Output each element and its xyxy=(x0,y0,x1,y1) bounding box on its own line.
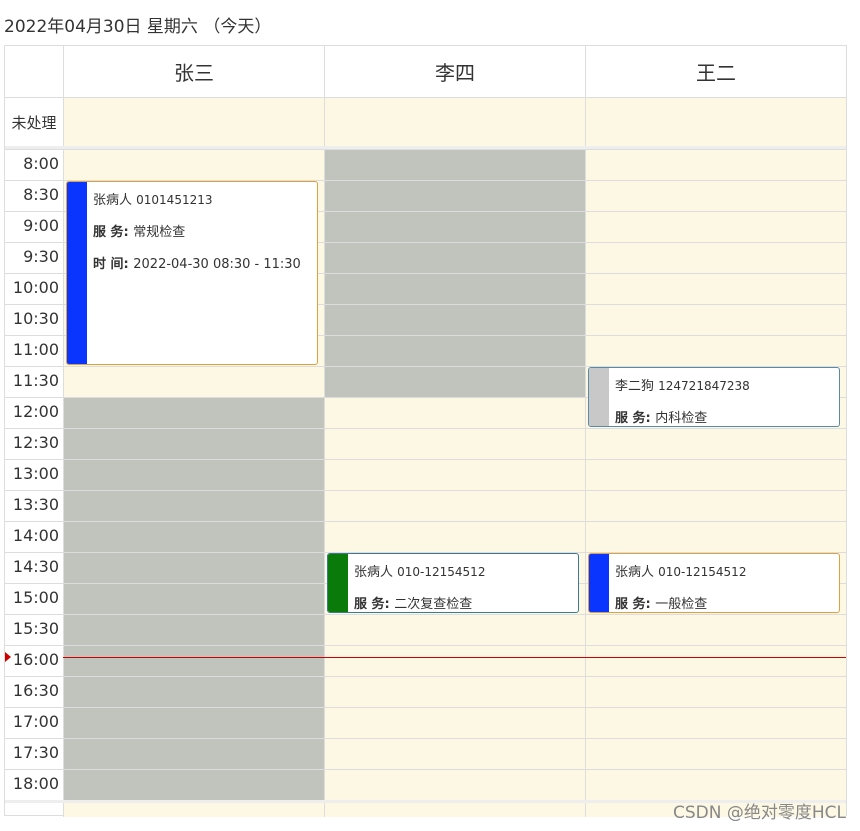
time-label: 8:30 xyxy=(23,185,59,204)
slot-line xyxy=(5,707,846,708)
time-label: 11:00 xyxy=(12,340,59,359)
slot-line xyxy=(5,428,846,429)
slot-line xyxy=(5,459,846,460)
time-label: 15:00 xyxy=(12,588,59,607)
slot-line xyxy=(5,738,846,739)
now-indicator-line xyxy=(63,657,846,659)
time-label: 15:30 xyxy=(12,619,59,638)
time-label: 14:30 xyxy=(12,557,59,576)
event-patient: 张病人 0101451213 xyxy=(93,189,313,208)
event-patient: 李二狗 124721847238 xyxy=(615,375,835,394)
resource-day-calendar: 张三 李四 王二 未处理 8:00 8:30 9:00 9:30 10:00 10:30 1… xyxy=(4,45,847,817)
time-label: 10:00 xyxy=(12,278,59,297)
date-title: 2022年04月30日 星期六 （今天） xyxy=(4,17,272,37)
footer-cell-zhangsan xyxy=(63,803,324,817)
resource-header-row: 张三 李四 王二 xyxy=(5,46,846,98)
time-label: 16:00 xyxy=(12,650,59,669)
time-label: 9:30 xyxy=(23,247,59,266)
patient-phone: 010-12154512 xyxy=(397,565,486,579)
slot-line xyxy=(5,490,846,491)
patient-phone: 0101451213 xyxy=(136,193,213,207)
event-color-bar xyxy=(67,182,87,364)
event-body: 张病人 0101451213 服 务: 常规检查时 间: 2022-04-30 0… xyxy=(93,182,313,272)
service-value: 二次复查检查 xyxy=(394,597,473,612)
day-column-wanger[interactable] xyxy=(585,149,846,800)
time-label: 16:30 xyxy=(12,681,59,700)
event-body: 张病人 010-12154512 服 务: 二次复查检查 xyxy=(354,554,574,612)
watermark: CSDN @绝对零度HCL xyxy=(673,803,846,823)
unprocessed-row: 未处理 xyxy=(5,98,846,147)
slot-line xyxy=(5,149,846,150)
time-label: 17:30 xyxy=(12,743,59,762)
time-label: 17:00 xyxy=(12,712,59,731)
time-label-bold: 时 间: xyxy=(93,257,134,272)
patient-name: 李二狗 xyxy=(615,379,659,394)
time-label: 10:30 xyxy=(12,309,59,328)
time-label: 11:30 xyxy=(12,371,59,390)
patient-name: 张病人 xyxy=(93,193,137,208)
patient-name: 张病人 xyxy=(615,565,659,580)
service-value: 一般检查 xyxy=(655,597,708,612)
unprocessed-cell-wanger[interactable] xyxy=(585,98,846,146)
slot-line xyxy=(5,769,846,770)
time-label: 14:00 xyxy=(12,526,59,545)
event-service: 服 务: 内科检查 xyxy=(615,407,835,426)
time-label: 13:00 xyxy=(12,464,59,483)
service-value: 常规检查 xyxy=(133,225,186,240)
event-patient: 张病人 010-12154512 xyxy=(354,561,574,580)
unavailable-block xyxy=(64,397,324,800)
footer-cell-lisi xyxy=(324,803,585,817)
event-service: 服 务: 常规检查 xyxy=(93,221,313,240)
time-label: 18:00 xyxy=(12,774,59,793)
slot-line xyxy=(5,521,846,522)
resource-header-zhangsan[interactable]: 张三 xyxy=(63,46,324,97)
service-label: 服 务: xyxy=(93,225,134,240)
unprocessed-label: 未处理 xyxy=(11,113,57,132)
time-label: 8:00 xyxy=(23,154,59,173)
event-color-bar xyxy=(589,368,609,426)
resource-header-wanger[interactable]: 王二 xyxy=(585,46,846,97)
event-time: 时 间: 2022-04-30 08:30 - 11:30 xyxy=(93,253,313,272)
event-color-bar xyxy=(328,554,348,612)
appointment-event[interactable]: 张病人 010-12154512 服 务: 一般检查 xyxy=(588,553,840,613)
service-label: 服 务: xyxy=(354,597,395,612)
time-axis: 8:00 8:30 9:00 9:30 10:00 10:30 11:00 11:30 12:0… xyxy=(5,149,63,800)
time-grid: 8:00 8:30 9:00 9:30 10:00 10:30 11:00 11:30 12:0… xyxy=(5,149,846,801)
service-value: 内科检查 xyxy=(655,411,708,426)
patient-phone: 010-12154512 xyxy=(658,565,747,579)
event-body: 李二狗 124721847238 服 务: 内科检查 xyxy=(615,368,835,426)
resource-header-lisi[interactable]: 李四 xyxy=(324,46,585,97)
slot-line xyxy=(5,645,846,646)
event-patient: 张病人 010-12154512 xyxy=(615,561,835,580)
now-indicator-arrow xyxy=(5,652,11,663)
slot-line xyxy=(5,614,846,615)
unprocessed-cell-zhangsan[interactable] xyxy=(63,98,324,146)
appointment-event[interactable]: 张病人 010-12154512 服 务: 二次复查检查 xyxy=(327,553,579,613)
time-label: 9:00 xyxy=(23,216,59,235)
time-label: 13:30 xyxy=(12,495,59,514)
event-color-bar xyxy=(589,554,609,612)
service-label: 服 务: xyxy=(615,597,656,612)
event-service: 服 务: 一般检查 xyxy=(615,593,835,612)
event-service: 服 务: 二次复查检查 xyxy=(354,593,574,612)
service-label: 服 务: xyxy=(615,411,656,426)
appointment-event[interactable]: 李二狗 124721847238 服 务: 内科检查 xyxy=(588,367,840,427)
appointment-event[interactable]: 张病人 0101451213 服 务: 常规检查时 间: 2022-04-30 0… xyxy=(66,181,318,365)
patient-phone: 124721847238 xyxy=(658,379,750,393)
header-corner xyxy=(5,46,63,97)
unprocessed-cell-lisi[interactable] xyxy=(324,98,585,146)
slot-line xyxy=(5,676,846,677)
time-label: 12:30 xyxy=(12,433,59,452)
patient-name: 张病人 xyxy=(354,565,398,580)
time-value: 2022-04-30 08:30 - 11:30 xyxy=(133,257,301,272)
event-body: 张病人 010-12154512 服 务: 一般检查 xyxy=(615,554,835,612)
time-label: 12:00 xyxy=(12,402,59,421)
